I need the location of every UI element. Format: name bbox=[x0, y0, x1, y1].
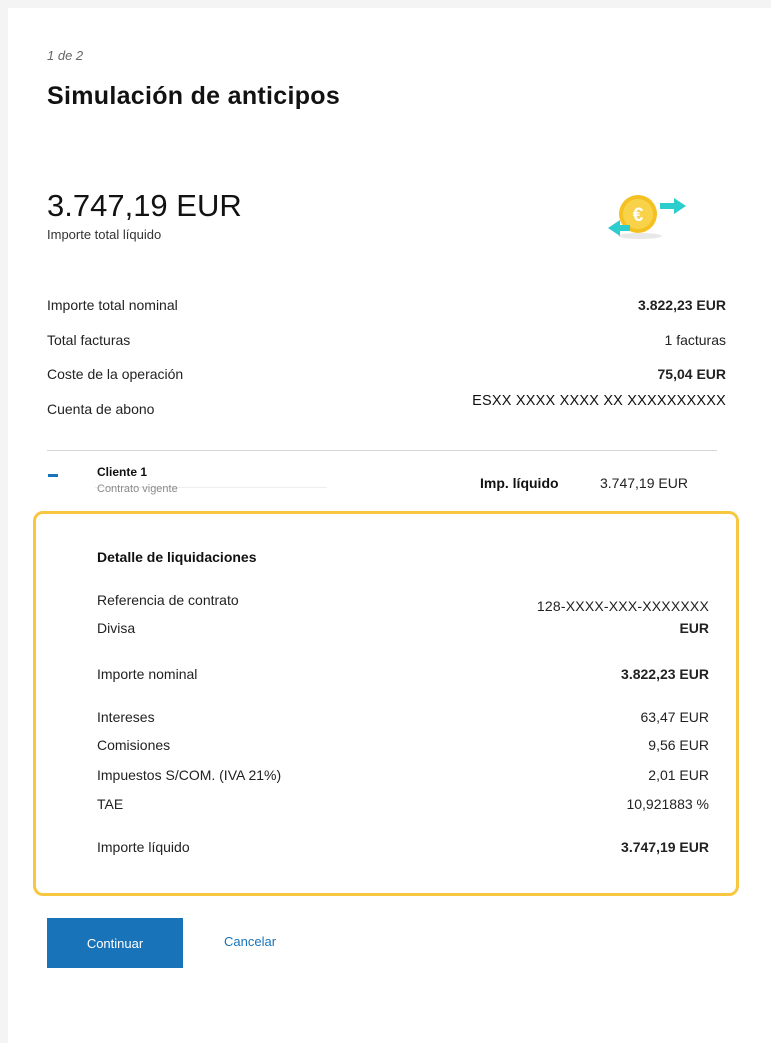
detail-label-commissions: Comisiones bbox=[97, 737, 171, 753]
detail-value-interest: 63,47 EUR bbox=[640, 709, 709, 725]
client-name: Cliente 1 bbox=[97, 465, 148, 479]
detail-value-currency: EUR bbox=[679, 620, 709, 636]
detail-label-tae: TAE bbox=[97, 796, 124, 812]
client-status: Contrato vigente bbox=[97, 483, 178, 495]
page-title: Simulación de anticipos bbox=[47, 82, 341, 110]
detail-value-contract-ref: 128-XXXX-XXX-XXXXXXX bbox=[536, 598, 709, 614]
detail-value-tae: 10,921883 % bbox=[626, 796, 709, 812]
total-amount: 3.747,19 EUR bbox=[47, 188, 242, 223]
detail-label-contract-ref: Referencia de contrato bbox=[97, 592, 239, 608]
summary-label-nominal: Importe total nominal bbox=[47, 297, 178, 313]
summary-value-cost: 75,04 EUR bbox=[657, 366, 726, 382]
summary-label-invoices: Total facturas bbox=[47, 332, 131, 348]
detail-heading: Detalle de liquidaciones bbox=[97, 549, 257, 565]
detail-value-net: 3.747,19 EUR bbox=[621, 839, 709, 855]
svg-text:€: € bbox=[633, 205, 644, 226]
continue-button[interactable]: Continuar bbox=[47, 918, 183, 968]
detail-label-net: Importe líquido bbox=[97, 839, 190, 855]
summary-label-cost: Coste de la operación bbox=[47, 366, 184, 382]
summary-label-account: Cuenta de abono bbox=[47, 401, 155, 417]
detail-label-nominal: Importe nominal bbox=[97, 666, 198, 682]
euro-transfer-icon: € bbox=[608, 195, 686, 239]
collapse-icon[interactable] bbox=[48, 474, 58, 477]
step-indicator: 1 de 2 bbox=[47, 48, 84, 63]
total-amount-label: Importe total líquido bbox=[47, 227, 162, 242]
client-imp-value: 3.747,19 EUR bbox=[600, 475, 688, 491]
detail-label-taxes: Impuestos S/COM. (IVA 21%) bbox=[97, 767, 282, 783]
section-divider bbox=[47, 450, 717, 451]
detail-value-nominal: 3.822,23 EUR bbox=[621, 666, 709, 682]
summary-value-nominal: 3.822,23 EUR bbox=[638, 297, 726, 313]
detail-label-interest: Intereses bbox=[97, 709, 155, 725]
cancel-link[interactable]: Cancelar bbox=[224, 934, 276, 949]
summary-value-invoices: 1 facturas bbox=[664, 332, 726, 348]
detail-value-taxes: 2,01 EUR bbox=[648, 767, 709, 783]
detail-label-currency: Divisa bbox=[97, 620, 136, 636]
detail-value-commissions: 9,56 EUR bbox=[648, 737, 709, 753]
summary-value-account: ESXX XXXX XXXX XX XXXXXXXXXX bbox=[472, 393, 726, 409]
client-imp-label: Imp. líquido bbox=[480, 475, 559, 491]
